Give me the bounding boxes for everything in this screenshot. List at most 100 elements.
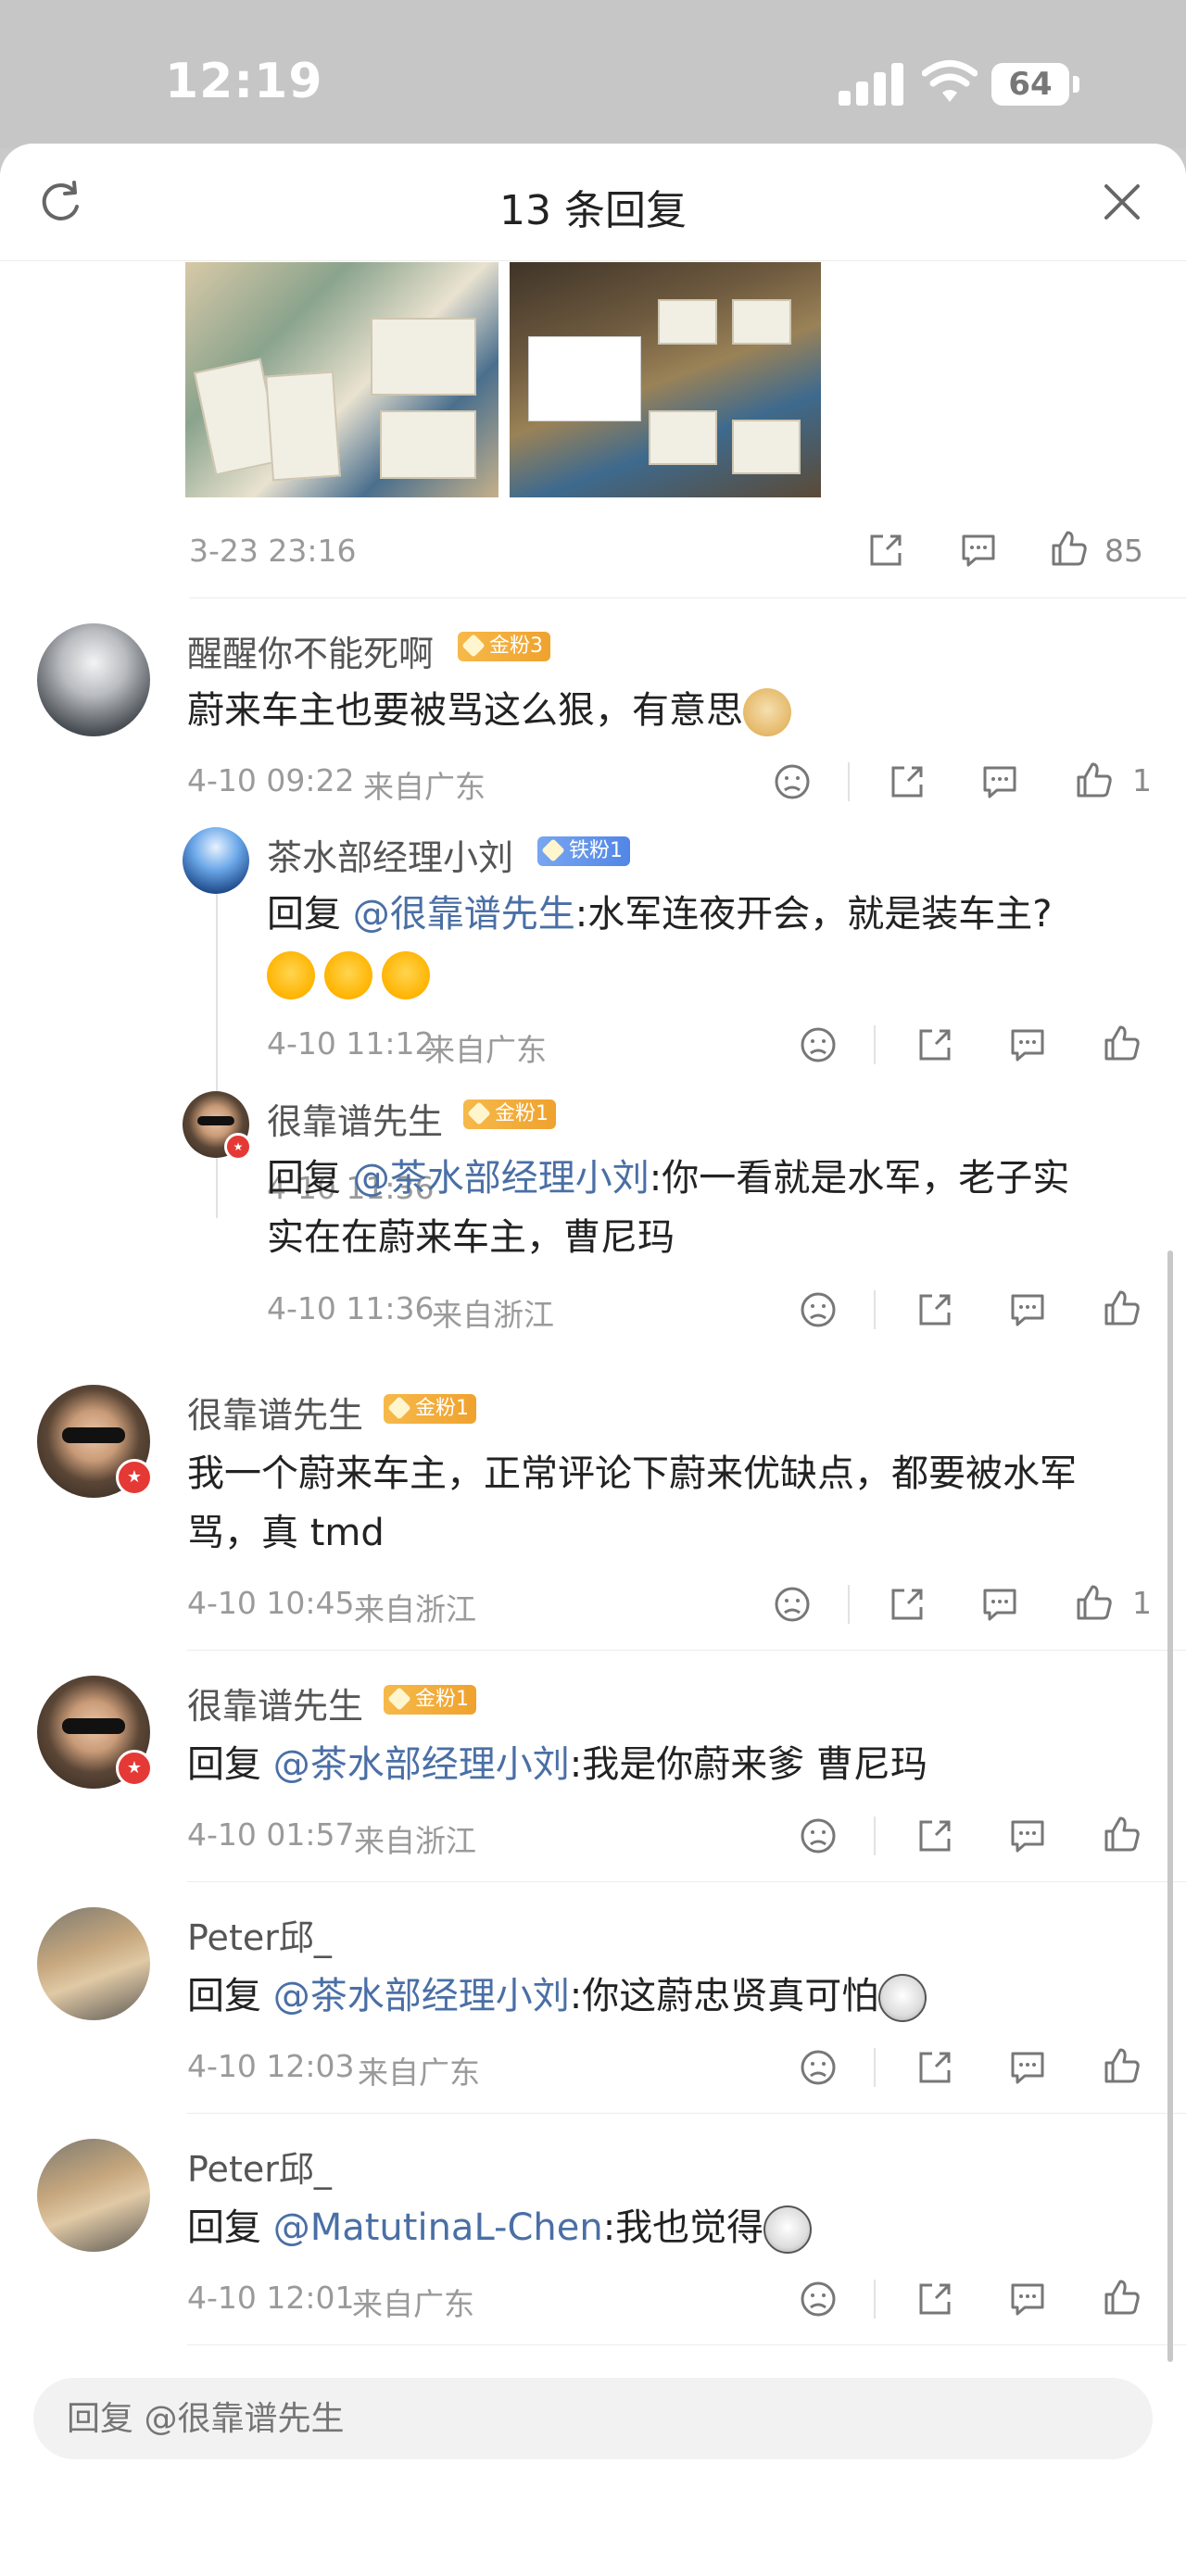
commenter-name[interactable]: 很靠谱先生 bbox=[187, 1387, 363, 1438]
replies-sheet: 13 条回复 3-23 23:16 85 醒醒你不能死啊 金粉3 蔚来车主也要被… bbox=[0, 144, 1186, 2576]
comment-icon[interactable] bbox=[980, 1585, 1019, 1624]
scrollbar[interactable] bbox=[1167, 1250, 1173, 2362]
divider bbox=[848, 762, 850, 801]
like-icon[interactable] bbox=[1050, 529, 1089, 568]
comment-timestamp: 4-10 01:57 bbox=[187, 1816, 355, 1853]
laugh-cry-emoji-icon bbox=[324, 951, 372, 999]
dislike-icon[interactable] bbox=[773, 1585, 812, 1624]
comment-text: 蔚来车主也要被骂这么狠，有意思 bbox=[187, 681, 801, 740]
share-icon[interactable] bbox=[915, 1025, 954, 1064]
comment-icon[interactable] bbox=[1008, 1290, 1047, 1329]
comment-location: 来自浙江 bbox=[354, 1823, 476, 1859]
status-time: 12:19 bbox=[165, 54, 323, 109]
share-icon[interactable] bbox=[866, 531, 905, 570]
post-image-2[interactable] bbox=[510, 262, 821, 497]
comment-icon[interactable] bbox=[959, 531, 998, 570]
like-icon[interactable] bbox=[1075, 1583, 1114, 1622]
comment-text-line1: 我一个蔚来车主，正常评论下蔚来优缺点，都要被水军 bbox=[187, 1452, 1077, 1495]
scared-emoji-icon bbox=[878, 1974, 927, 2022]
commenter-name[interactable]: Peter邱_ bbox=[187, 2141, 332, 2192]
reply-prefix: 回复 bbox=[187, 1743, 261, 1786]
comment-icon[interactable] bbox=[1008, 2280, 1047, 2318]
comment-text: 回复 @MatutinaL-Chen:我也觉得 bbox=[187, 2198, 821, 2257]
fan-badge: 铁粉1 bbox=[537, 836, 630, 866]
share-icon[interactable] bbox=[915, 2280, 954, 2318]
reply-text-line2: 实在在蔚来车主，曹尼玛 bbox=[267, 1216, 675, 1259]
fan-badge: 金粉1 bbox=[384, 1685, 476, 1715]
commenter-name[interactable]: 醒醒你不能死啊 bbox=[187, 625, 434, 676]
dislike-icon[interactable] bbox=[799, 2048, 838, 2087]
share-icon[interactable] bbox=[888, 1585, 927, 1624]
divider bbox=[187, 2344, 1186, 2345]
dislike-icon[interactable] bbox=[799, 1290, 838, 1329]
comment-icon[interactable] bbox=[1008, 2048, 1047, 2087]
divider bbox=[874, 1290, 876, 1329]
reply-prefix: 回复 bbox=[267, 893, 341, 936]
verified-badge-icon: ★ bbox=[116, 1750, 153, 1787]
dislike-icon[interactable] bbox=[799, 1025, 838, 1064]
fan-badge: 金粉3 bbox=[458, 632, 550, 661]
mention-link[interactable]: @茶水部经理小刘 bbox=[353, 1157, 650, 1200]
divider bbox=[874, 2048, 876, 2087]
mention-link[interactable]: @MatutinaL-Chen bbox=[273, 2206, 603, 2249]
thread-line bbox=[216, 877, 218, 1218]
post-image-1[interactable] bbox=[185, 262, 498, 497]
reply-location: 来自浙江 bbox=[432, 1297, 554, 1333]
mention-link[interactable]: @很靠谱先生 bbox=[353, 893, 575, 936]
fan-badge-label: 金粉3 bbox=[489, 635, 543, 658]
fan-badge-label: 金粉1 bbox=[495, 1102, 549, 1125]
reply-timestamp: 4-10 11:12 bbox=[267, 1025, 435, 1062]
like-icon[interactable] bbox=[1075, 760, 1114, 799]
doge-emoji-icon bbox=[743, 688, 791, 736]
reply-text: 回复 @茶水部经理小刘:你一看就是水军，老子实 bbox=[267, 1149, 1069, 1208]
sheet-title: 13 条回复 bbox=[499, 187, 687, 234]
comment-icon[interactable] bbox=[980, 762, 1019, 801]
like-icon[interactable] bbox=[1103, 1288, 1142, 1327]
comment-text-body: :你这蔚忠贤真可怕 bbox=[569, 1975, 879, 2017]
fan-badge-label: 金粉1 bbox=[415, 1397, 469, 1420]
like-icon[interactable] bbox=[1103, 1815, 1142, 1853]
mention-link[interactable]: @茶水部经理小刘 bbox=[273, 1975, 570, 2017]
share-icon[interactable] bbox=[915, 1290, 954, 1329]
laugh-cry-emoji-icon bbox=[382, 951, 430, 999]
comment-like-count: 1 bbox=[1132, 1585, 1152, 1621]
fan-badge: 金粉1 bbox=[463, 1100, 556, 1129]
verified-badge-icon: ★ bbox=[116, 1459, 153, 1496]
like-icon[interactable] bbox=[1103, 1024, 1142, 1062]
comment-location: 来自广东 bbox=[363, 769, 486, 805]
status-bar: 12:19 64 bbox=[0, 0, 1186, 148]
avatar[interactable] bbox=[37, 2139, 150, 2252]
comment-like-count: 1 bbox=[1132, 762, 1152, 798]
reply-prefix: 回复 bbox=[267, 1157, 341, 1200]
share-icon[interactable] bbox=[915, 2048, 954, 2087]
reply-prefix: 回复 bbox=[187, 2206, 261, 2249]
share-icon[interactable] bbox=[915, 1816, 954, 1855]
share-icon[interactable] bbox=[888, 762, 927, 801]
dislike-icon[interactable] bbox=[773, 762, 812, 801]
like-icon[interactable] bbox=[1103, 2278, 1142, 2317]
commenter-name[interactable]: 很靠谱先生 bbox=[267, 1093, 443, 1144]
post-timestamp: 3-23 23:16 bbox=[189, 533, 357, 569]
dislike-icon[interactable] bbox=[799, 1816, 838, 1855]
mention-link[interactable]: @茶水部经理小刘 bbox=[273, 1743, 570, 1786]
reply-location: 来自广东 bbox=[424, 1032, 547, 1068]
avatar[interactable] bbox=[37, 1907, 150, 2020]
divider bbox=[187, 1650, 1186, 1651]
close-icon[interactable] bbox=[1101, 181, 1143, 223]
comment-location: 来自广东 bbox=[352, 2286, 474, 2322]
reply-box[interactable] bbox=[33, 2378, 1153, 2461]
divider bbox=[187, 1881, 1186, 1882]
like-icon[interactable] bbox=[1103, 2046, 1142, 2085]
commenter-name[interactable]: 茶水部经理小刘 bbox=[267, 829, 513, 880]
reply-input[interactable] bbox=[65, 2378, 1088, 2461]
dislike-icon[interactable] bbox=[799, 2280, 838, 2318]
battery-icon: 64 bbox=[991, 63, 1069, 106]
commenter-name[interactable]: 很靠谱先生 bbox=[187, 1678, 363, 1728]
wifi-icon bbox=[922, 60, 978, 102]
comment-timestamp: 4-10 12:03 bbox=[187, 2048, 355, 2084]
commenter-name[interactable]: Peter邱_ bbox=[187, 1909, 332, 1960]
comment-icon[interactable] bbox=[1008, 1816, 1047, 1855]
avatar[interactable] bbox=[37, 623, 150, 736]
avatar[interactable] bbox=[183, 827, 249, 894]
comment-icon[interactable] bbox=[1008, 1025, 1047, 1064]
